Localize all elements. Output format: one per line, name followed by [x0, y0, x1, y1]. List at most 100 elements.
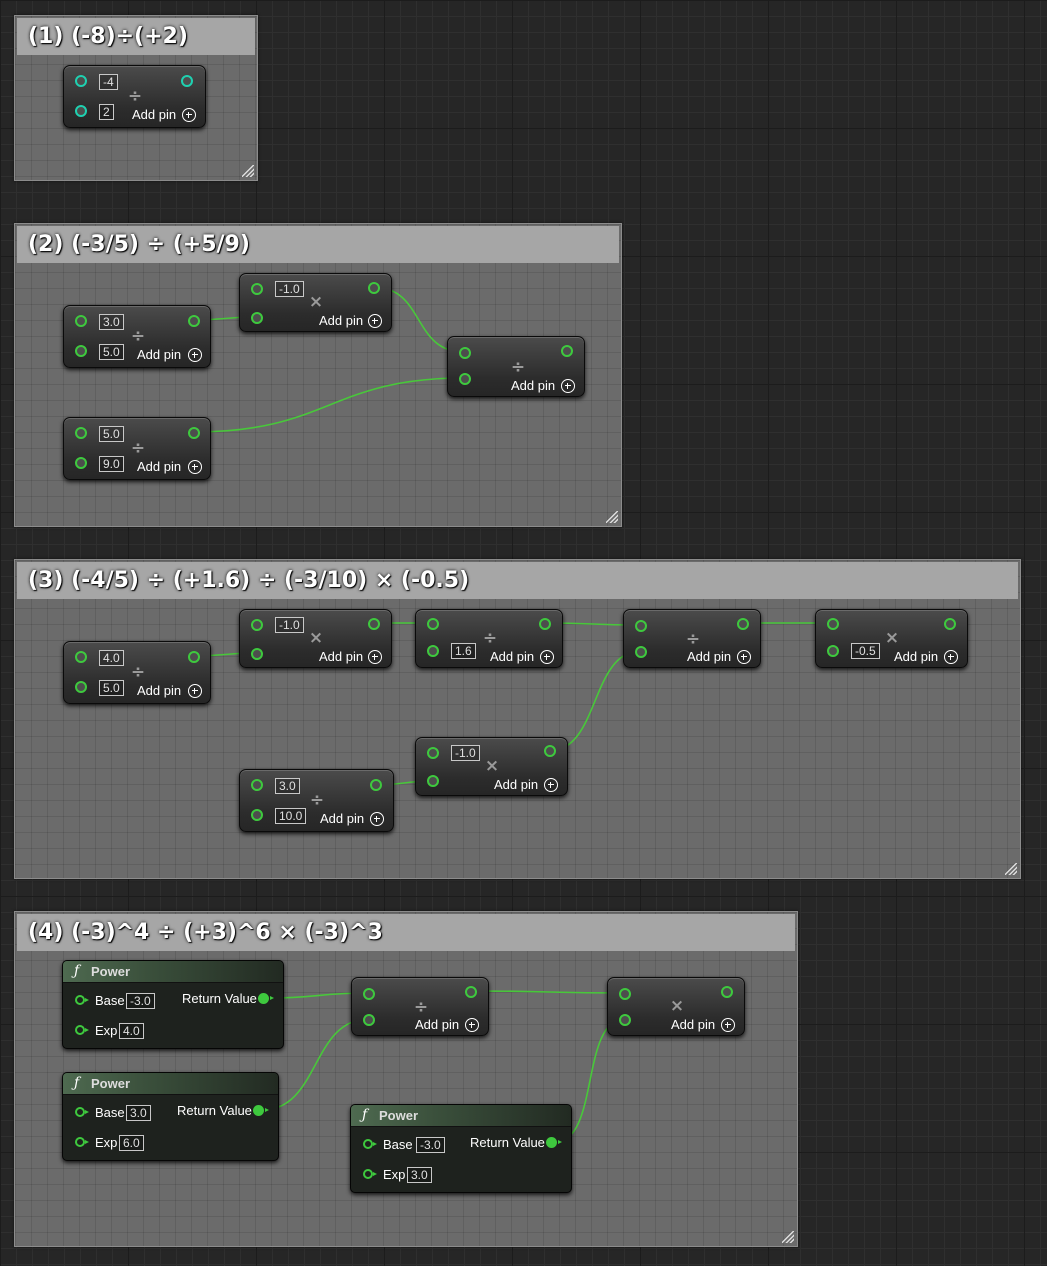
multiply-node[interactable]: -0.5 × Add pin — [815, 609, 968, 668]
exp-value[interactable]: 4.0 — [119, 1023, 144, 1039]
input-pin[interactable] — [251, 779, 263, 791]
comment-title[interactable]: (4) (-3)^4 ÷ (+3)^6 × (-3)^3 — [17, 914, 795, 951]
input-pin[interactable] — [619, 1014, 631, 1026]
output-pin[interactable] — [561, 345, 573, 357]
resize-grip[interactable] — [242, 165, 254, 177]
multiply-node[interactable]: -1.0 × Add pin — [415, 737, 568, 796]
input-pin[interactable] — [427, 618, 439, 630]
output-pin[interactable] — [370, 779, 382, 791]
divide-node[interactable]: 5.0 9.0 ÷ Add pin — [63, 417, 211, 480]
input-value-1[interactable]: 4.0 — [99, 650, 124, 666]
add-pin-label[interactable]: Add pin — [132, 107, 176, 123]
multiply-node[interactable]: × Add pin — [607, 977, 745, 1036]
input-pin[interactable] — [75, 457, 87, 469]
input-pin[interactable] — [363, 988, 375, 1000]
add-pin-icon[interactable] — [561, 379, 575, 393]
add-pin-icon[interactable] — [944, 650, 958, 664]
return-value-pin[interactable] — [546, 1137, 562, 1148]
input-value-2[interactable]: 5.0 — [99, 680, 124, 696]
add-pin-icon[interactable] — [368, 314, 382, 328]
add-pin-label[interactable]: Add pin — [671, 1017, 715, 1033]
add-pin-label[interactable]: Add pin — [490, 649, 534, 665]
add-pin-label[interactable]: Add pin — [319, 649, 363, 665]
input-value-2[interactable]: 9.0 — [99, 456, 124, 472]
power-node[interactable]: ƒ Power Base -3.0 Return Value Exp 3.0 — [350, 1104, 572, 1193]
input-value-1[interactable]: -4 — [99, 74, 118, 90]
base-value[interactable]: -3.0 — [126, 993, 155, 1009]
divide-node[interactable]: ÷ Add pin — [351, 977, 489, 1036]
input-pin[interactable] — [251, 619, 263, 631]
exp-value[interactable]: 6.0 — [119, 1135, 144, 1151]
input-pin[interactable] — [459, 373, 471, 385]
base-pin[interactable] — [75, 995, 89, 1005]
output-pin[interactable] — [544, 745, 556, 757]
add-pin-label[interactable]: Add pin — [137, 459, 181, 475]
exp-pin[interactable] — [75, 1025, 89, 1035]
add-pin-icon[interactable] — [737, 650, 751, 664]
add-pin-label[interactable]: Add pin — [894, 649, 938, 665]
input-value-2[interactable]: 1.6 — [451, 643, 476, 659]
output-pin[interactable] — [368, 618, 380, 630]
divide-node[interactable]: 4.0 5.0 ÷ Add pin — [63, 641, 211, 704]
input-pin[interactable] — [75, 75, 87, 87]
output-pin[interactable] — [188, 315, 200, 327]
input-value-1[interactable]: 3.0 — [275, 778, 300, 794]
add-pin-icon[interactable] — [721, 1018, 735, 1032]
divide-node[interactable]: 3.0 5.0 ÷ Add pin — [63, 305, 211, 368]
add-pin-label[interactable]: Add pin — [494, 777, 538, 793]
output-pin[interactable] — [188, 427, 200, 439]
input-pin[interactable] — [635, 646, 647, 658]
input-pin[interactable] — [635, 620, 647, 632]
comment-title[interactable]: (2) (-3/5) ÷ (+5/9) — [17, 226, 619, 263]
base-value[interactable]: 3.0 — [126, 1105, 151, 1121]
input-value-2[interactable]: 5.0 — [99, 344, 124, 360]
output-pin[interactable] — [465, 986, 477, 998]
base-value[interactable]: -3.0 — [416, 1137, 445, 1153]
exp-value[interactable]: 3.0 — [407, 1167, 432, 1183]
divide-node[interactable]: 3.0 10.0 ÷ Add pin — [239, 769, 394, 832]
input-pin[interactable] — [75, 345, 87, 357]
add-pin-icon[interactable] — [368, 650, 382, 664]
input-pin[interactable] — [75, 315, 87, 327]
input-pin[interactable] — [427, 747, 439, 759]
input-pin[interactable] — [75, 651, 87, 663]
output-pin[interactable] — [368, 282, 380, 294]
power-node[interactable]: ƒ Power Base -3.0 Return Value Exp 4.0 — [62, 960, 284, 1049]
output-pin[interactable] — [721, 986, 733, 998]
comment-box-3[interactable]: (3) (-4/5) ÷ (+1.6) ÷ (-3/10) × (-0.5) — [14, 559, 1021, 879]
input-pin[interactable] — [459, 347, 471, 359]
input-value-2[interactable]: 10.0 — [275, 808, 307, 824]
input-value-2[interactable]: -0.5 — [851, 643, 880, 659]
add-pin-icon[interactable] — [370, 812, 384, 826]
add-pin-icon[interactable] — [465, 1018, 479, 1032]
input-pin[interactable] — [251, 312, 263, 324]
input-pin[interactable] — [75, 427, 87, 439]
return-value-pin[interactable] — [253, 1105, 269, 1116]
input-value-2[interactable]: 2 — [99, 104, 114, 120]
input-pin[interactable] — [363, 1014, 375, 1026]
input-pin[interactable] — [251, 809, 263, 821]
add-pin-label[interactable]: Add pin — [511, 378, 555, 394]
power-node[interactable]: ƒ Power Base 3.0 Return Value Exp 6.0 — [62, 1072, 279, 1161]
node-header[interactable]: ƒ Power — [351, 1105, 571, 1127]
output-pin[interactable] — [737, 618, 749, 630]
output-pin[interactable] — [181, 75, 193, 87]
add-pin-label[interactable]: Add pin — [137, 683, 181, 699]
base-pin[interactable] — [75, 1107, 89, 1117]
resize-grip[interactable] — [782, 1231, 794, 1243]
input-value-1[interactable]: 3.0 — [99, 314, 124, 330]
input-pin[interactable] — [619, 988, 631, 1000]
multiply-node[interactable]: -1.0 × Add pin — [239, 273, 392, 332]
comment-title[interactable]: (3) (-4/5) ÷ (+1.6) ÷ (-3/10) × (-0.5) — [17, 562, 1018, 599]
output-pin[interactable] — [944, 618, 956, 630]
add-pin-icon[interactable] — [188, 684, 202, 698]
exp-pin[interactable] — [75, 1137, 89, 1147]
add-pin-icon[interactable] — [188, 460, 202, 474]
add-pin-label[interactable]: Add pin — [320, 811, 364, 827]
divide-node[interactable]: ÷ Add pin — [447, 336, 585, 397]
exp-pin[interactable] — [363, 1169, 377, 1179]
add-pin-label[interactable]: Add pin — [137, 347, 181, 363]
divide-node[interactable]: 1.6 ÷ Add pin — [415, 609, 563, 668]
add-pin-label[interactable]: Add pin — [319, 313, 363, 329]
resize-grip[interactable] — [606, 511, 618, 523]
